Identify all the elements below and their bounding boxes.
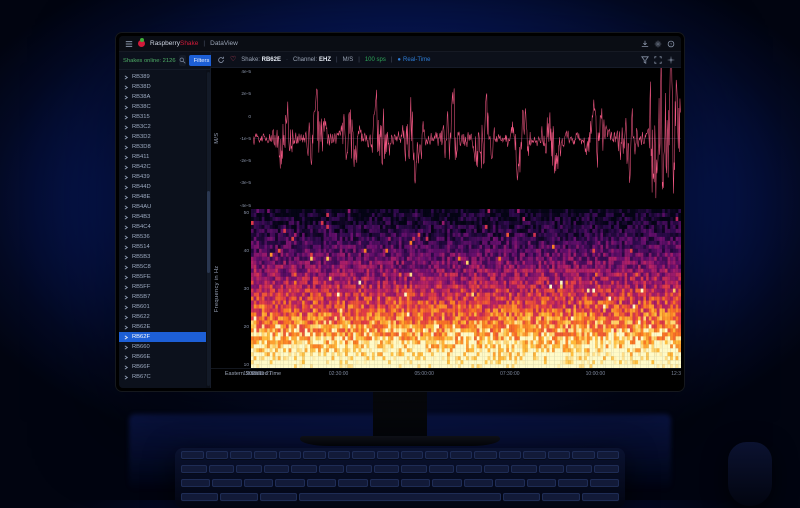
sidebar-item-rb44d[interactable]: RB44D (119, 182, 206, 192)
sidebar-scrollbar[interactable] (206, 70, 210, 388)
sidebar-item-rb439[interactable]: RB439 (119, 172, 206, 182)
sidebar-item-rb622[interactable]: RB622 (119, 312, 206, 322)
sidebar-item-rb4au[interactable]: RB4AU (119, 202, 206, 212)
chevron-right-icon (124, 75, 129, 80)
sidebar-item-rb5b3[interactable]: RB5B3 (119, 252, 206, 262)
chevron-right-icon (124, 245, 129, 250)
sidebar-item-rb48e[interactable]: RB48E (119, 192, 206, 202)
shakes-online-label: Shakes online: 2126 (123, 58, 176, 64)
sidebar-item-rb42c[interactable]: RB42C (119, 162, 206, 172)
x-axis: 2022-11-27 Eastern Standard Time 12:30:0… (211, 368, 681, 388)
chevron-right-icon (124, 155, 129, 160)
sidebar-item-rb5c8[interactable]: RB5C8 (119, 262, 206, 272)
chevron-right-icon (124, 285, 129, 290)
chevron-right-icon (124, 295, 129, 300)
chevron-right-icon (124, 275, 129, 280)
svg-text:?: ? (670, 41, 673, 46)
waveform-plot[interactable] (253, 68, 681, 209)
search-icon[interactable] (179, 55, 186, 66)
sidebar-item-rb66e[interactable]: RB66E (119, 352, 206, 362)
app-titlebar: RaspberryShake | DataView ? (119, 36, 681, 52)
sidebar-item-rb38a[interactable]: RB38A (119, 92, 206, 102)
sidebar-item-rb536[interactable]: RB536 (119, 232, 206, 242)
sidebar-item-rb4b3[interactable]: RB4B3 (119, 212, 206, 222)
sidebar-item-rb38d[interactable]: RB38D (119, 82, 206, 92)
sidebar-item-rb62e[interactable]: RB62E (119, 322, 206, 332)
spectrogram-y-label: Frequency in Hz (211, 209, 233, 368)
sidebar-item-rb5ff[interactable]: RB5FF (119, 282, 206, 292)
help-icon[interactable]: ? (667, 40, 675, 48)
spectrogram-plot[interactable] (251, 209, 681, 368)
station-list: RB389RB38DRB38ARB38CRB315RB3C2RB3D2RB3D8… (119, 70, 206, 388)
sidebar-item-rb3d8[interactable]: RB3D8 (119, 142, 206, 152)
expand-icon[interactable] (654, 56, 662, 64)
scrollbar-thumb[interactable] (207, 191, 210, 273)
chevron-right-icon (124, 335, 129, 340)
channel-label: Channel:EHZ (293, 57, 331, 63)
spectrogram-y-ticks: 5040302010 (233, 209, 251, 368)
chevron-right-icon (124, 135, 129, 140)
sidebar-item-rb5fe[interactable]: RB5FE (119, 272, 206, 282)
station-label: Shake: RB62E (241, 57, 281, 63)
chevron-right-icon (124, 315, 129, 320)
sidebar-item-rb601[interactable]: RB601 (119, 302, 206, 312)
chevron-right-icon (124, 215, 129, 220)
sidebar-item-rb660[interactable]: RB660 (119, 342, 206, 352)
monitor-stand (373, 392, 427, 438)
sidebar-item-rb5b7[interactable]: RB5B7 (119, 292, 206, 302)
sidebar-item-rb315[interactable]: RB315 (119, 112, 206, 122)
chart-header: ♡ Shake: RB62E · Channel:EHZ | M/S | 100… (211, 52, 681, 68)
mouse (728, 442, 772, 506)
chevron-right-icon (124, 115, 129, 120)
station-sidebar: Shakes online: 2126 Filters RB389RB38DRB… (119, 52, 211, 388)
chevron-right-icon (124, 325, 129, 330)
chevron-right-icon (124, 95, 129, 100)
chevron-right-icon (124, 265, 129, 270)
download-icon[interactable] (641, 40, 649, 48)
sidebar-item-rb3c2[interactable]: RB3C2 (119, 122, 206, 132)
chevron-right-icon (124, 165, 129, 170)
sidebar-item-rb38c[interactable]: RB38C (119, 102, 206, 112)
menu-icon[interactable] (125, 40, 133, 48)
settings-gear-icon[interactable] (654, 40, 662, 48)
chevron-right-icon (124, 145, 129, 150)
chevron-right-icon (124, 125, 129, 130)
chevron-right-icon (124, 105, 129, 110)
chevron-right-icon (124, 185, 129, 190)
sample-rate-label: 100 sps (365, 57, 386, 63)
chevron-right-icon (124, 345, 129, 350)
waveform-y-label: M/S (211, 68, 233, 209)
units-label: M/S (343, 57, 354, 63)
sidebar-item-rb411[interactable]: RB411 (119, 152, 206, 162)
sidebar-item-rb389[interactable]: RB389 (119, 72, 206, 82)
chevron-right-icon (124, 255, 129, 260)
chevron-right-icon (124, 305, 129, 310)
chart-area: M/S 4e-52e-50-1e-5-2e-5-3e-5-4e-5 Freque… (211, 68, 681, 388)
chevron-right-icon (124, 235, 129, 240)
monitor-base (300, 436, 500, 446)
favorite-heart-icon[interactable]: ♡ (230, 56, 236, 63)
sidebar-item-rb4c4[interactable]: RB4C4 (119, 222, 206, 232)
chart-filter-icon[interactable] (641, 56, 649, 64)
chart-settings-icon[interactable] (667, 56, 675, 64)
realtime-badge: Real-Time (397, 57, 430, 63)
chevron-right-icon (124, 85, 129, 90)
waveform-y-ticks: 4e-52e-50-1e-5-2e-5-3e-5-4e-5 (233, 68, 253, 209)
brand-text: RaspberryShake (150, 40, 198, 47)
chevron-right-icon (124, 175, 129, 180)
sidebar-item-rb3d2[interactable]: RB3D2 (119, 132, 206, 142)
refresh-icon[interactable] (217, 56, 225, 64)
keyboard (175, 448, 625, 508)
raspberry-logo-icon (138, 40, 145, 47)
chevron-right-icon (124, 195, 129, 200)
sidebar-item-rb514[interactable]: RB514 (119, 242, 206, 252)
chevron-right-icon (124, 365, 129, 370)
section-title: DataView (210, 40, 238, 47)
chevron-right-icon (124, 225, 129, 230)
chevron-right-icon (124, 205, 129, 210)
chevron-right-icon (124, 355, 129, 360)
sidebar-item-rb62f[interactable]: RB62F (119, 332, 206, 342)
